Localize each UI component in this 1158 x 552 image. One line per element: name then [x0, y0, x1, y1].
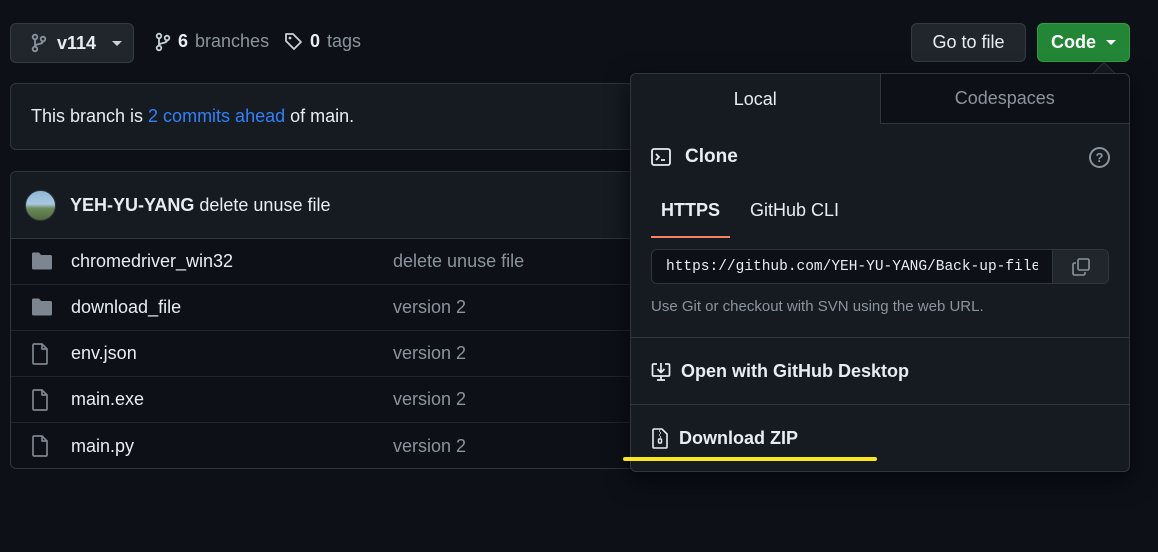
file-commit-message[interactable]: version 2: [393, 343, 466, 364]
file-row[interactable]: chromedriver_win32 delete unuse file: [11, 239, 649, 285]
file-zip-icon: [652, 428, 668, 449]
download-zip-label: Download ZIP: [679, 428, 798, 448]
clone-url-input[interactable]: [652, 250, 1052, 283]
file-icon: [31, 435, 53, 457]
file-list: YEH-YU-YANG delete unuse file chromedriv…: [10, 171, 650, 469]
branch-name: v114: [57, 32, 97, 53]
terminal-icon: [651, 148, 671, 166]
file-row[interactable]: main.exe version 2: [11, 377, 649, 423]
folder-icon: [31, 297, 53, 319]
code-button-label: Code: [1051, 32, 1096, 52]
git-branch-icon: [31, 33, 47, 53]
commit-message[interactable]: delete unuse file: [199, 195, 330, 215]
branches-count: 6: [178, 31, 189, 51]
chevron-down-icon: [1106, 40, 1116, 45]
go-to-file-button[interactable]: Go to file: [911, 23, 1026, 62]
tab-codespaces[interactable]: Codespaces: [880, 74, 1129, 124]
file-name-link[interactable]: main.py: [71, 436, 134, 457]
file-name-link[interactable]: chromedriver_win32: [71, 251, 233, 272]
copy-icon: [1071, 257, 1090, 276]
divider: [631, 337, 1129, 338]
file-row[interactable]: main.py version 2: [11, 423, 649, 468]
file-row[interactable]: download_file version 2: [11, 285, 649, 331]
open-desktop-label: Open with GitHub Desktop: [681, 361, 909, 381]
file-row[interactable]: env.json version 2: [11, 331, 649, 377]
ahead-suffix: of main.: [290, 106, 355, 126]
code-dropdown: Local Codespaces Clone ? HTTPS GitHub CL…: [630, 73, 1130, 472]
file-name-link[interactable]: main.exe: [71, 389, 144, 410]
desktop-download-icon: [651, 362, 671, 381]
file-commit-message[interactable]: version 2: [393, 436, 466, 457]
copy-url-button[interactable]: [1052, 250, 1108, 283]
file-commit-message[interactable]: version 2: [393, 389, 466, 410]
tags-link[interactable]: 0 tags: [284, 31, 361, 52]
file-icon: [31, 389, 53, 411]
file-name-link[interactable]: env.json: [71, 343, 137, 364]
folder-icon: [31, 251, 53, 273]
clone-url-group: [651, 249, 1109, 284]
branch-select-button[interactable]: v114: [10, 23, 134, 63]
ahead-prefix: This branch is: [31, 106, 144, 126]
branches-link[interactable]: 6 branches: [155, 31, 269, 52]
git-branch-icon: [155, 32, 171, 51]
file-commit-message[interactable]: delete unuse file: [393, 251, 524, 272]
highlight-underline: [623, 457, 877, 461]
commits-ahead-link[interactable]: 2 commits ahead: [148, 106, 285, 127]
code-button[interactable]: Code: [1037, 23, 1130, 62]
tags-label: tags: [327, 31, 362, 51]
commit-author[interactable]: YEH-YU-YANG: [70, 195, 194, 215]
file-icon: [31, 343, 53, 365]
divider: [631, 404, 1129, 405]
file-name-link[interactable]: download_file: [71, 297, 181, 318]
file-commit-message[interactable]: version 2: [393, 297, 466, 318]
chevron-down-icon: [112, 40, 123, 46]
dropdown-tabs: Local Codespaces: [631, 74, 1129, 124]
open-desktop-button[interactable]: Open with GitHub Desktop: [651, 361, 909, 382]
download-zip-button[interactable]: Download ZIP: [651, 428, 798, 449]
avatar[interactable]: [25, 189, 56, 221]
protocol-tabs: HTTPS GitHub CLI: [651, 190, 859, 238]
tags-count: 0: [310, 31, 321, 51]
help-icon[interactable]: ?: [1089, 147, 1110, 168]
clone-url-note: Use Git or checkout with SVN using the w…: [651, 298, 984, 315]
branch-ahead-notice: This branch is 2 commits ahead of main.: [10, 83, 650, 150]
tab-local[interactable]: Local: [631, 74, 881, 124]
tab-github-cli[interactable]: GitHub CLI: [740, 190, 849, 238]
branches-label: branches: [195, 31, 270, 51]
clone-title: Clone: [685, 146, 738, 167]
clone-heading: Clone: [651, 146, 738, 168]
latest-commit: YEH-YU-YANG delete unuse file: [11, 172, 649, 239]
tab-https[interactable]: HTTPS: [651, 190, 731, 238]
tag-icon: [285, 33, 302, 50]
